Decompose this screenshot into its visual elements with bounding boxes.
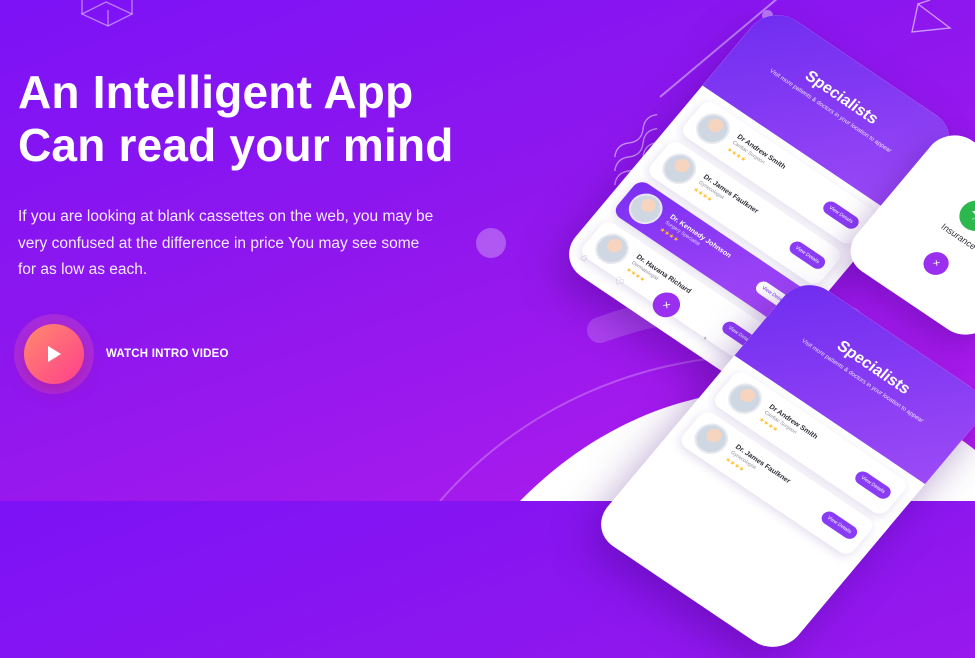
phone-mockup-secondary: Specialists Visit more patients & doctor… [588, 273, 975, 658]
view-details-button[interactable]: View Details [819, 198, 862, 232]
play-icon [48, 346, 61, 362]
view-details-button[interactable]: View Details [786, 238, 829, 272]
hero-title: An Intelligent App Can read your mind [18, 66, 578, 172]
doctor-avatar [721, 377, 769, 420]
hero-title-line2: Can read your mind [18, 119, 454, 171]
play-button-circle[interactable] [24, 324, 84, 384]
hero-description: If you are looking at blank cassettes on… [18, 208, 434, 278]
hero-title-line1: An Intelligent App [18, 66, 414, 118]
watch-video-button[interactable] [14, 314, 94, 394]
doctor-avatar [689, 107, 737, 150]
view-details-button[interactable]: View Details [851, 468, 894, 502]
doctor-avatar [622, 187, 670, 231]
view-details-button[interactable]: View Details [818, 508, 861, 542]
bell-icon[interactable]: ◔ [697, 332, 710, 345]
heart-icon[interactable]: ♡ [611, 274, 628, 289]
close-icon[interactable]: × [918, 247, 954, 280]
home-icon[interactable]: ⌂ [578, 251, 591, 264]
hero-section: An Intelligent App Can read your mind If… [18, 66, 578, 284]
doctor-avatar [655, 147, 703, 191]
watch-video-label[interactable]: WATCH INTRO VIDEO [106, 348, 229, 360]
doctor-avatar [687, 417, 735, 461]
